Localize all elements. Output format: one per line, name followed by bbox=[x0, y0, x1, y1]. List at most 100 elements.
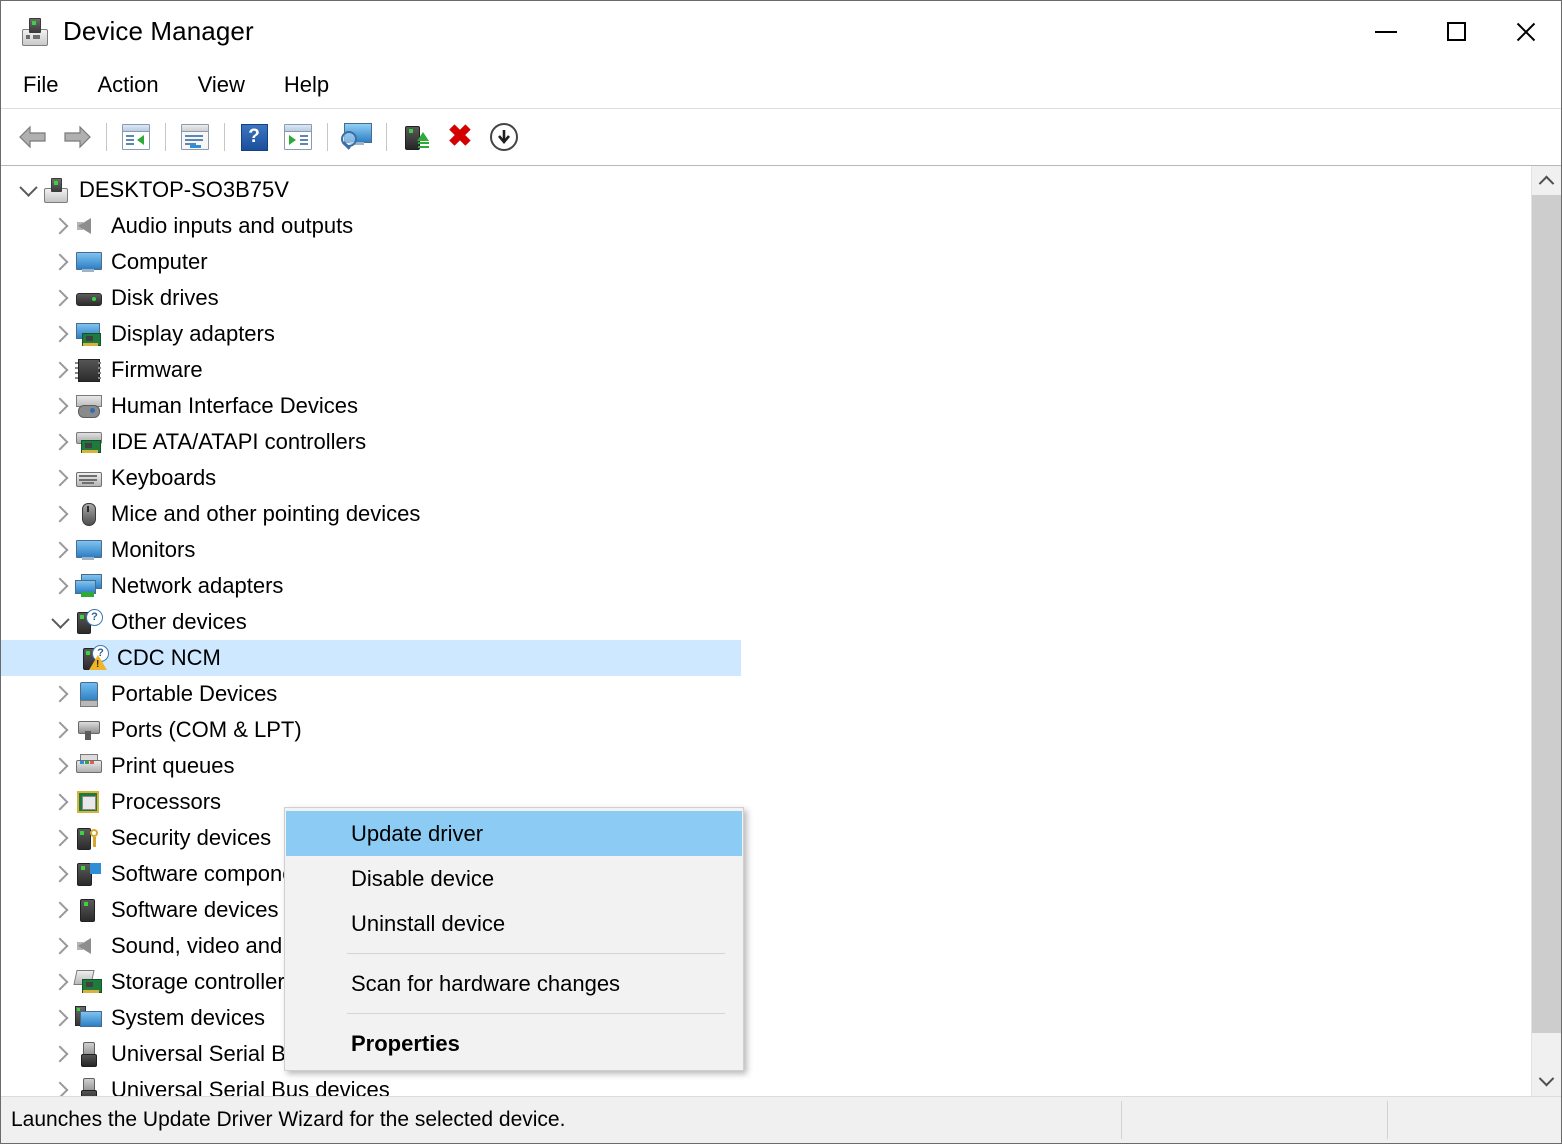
help-button[interactable]: ? bbox=[232, 115, 276, 159]
tree-item-label: IDE ATA/ATAPI controllers bbox=[111, 429, 367, 454]
tree-item-processors[interactable]: Processors bbox=[1, 784, 1531, 820]
tree-item-universal-serial-bus-controllers[interactable]: Universal Serial Bus controllers bbox=[1, 1036, 1531, 1072]
tree-item-monitors[interactable]: Monitors bbox=[1, 532, 1531, 568]
scrollbar-track[interactable] bbox=[1532, 195, 1561, 1067]
context-menu-item-update-driver[interactable]: Update driver bbox=[286, 811, 742, 856]
chevron-right-icon[interactable] bbox=[47, 760, 73, 772]
chevron-right-icon[interactable] bbox=[47, 436, 73, 448]
context-menu-item-properties[interactable]: Properties bbox=[286, 1021, 742, 1066]
context-menu-item-disable-device[interactable]: Disable device bbox=[286, 856, 742, 901]
tree-item-root[interactable]: DESKTOP-SO3B75V bbox=[1, 172, 1531, 208]
scroll-down-button[interactable] bbox=[1532, 1067, 1561, 1096]
tree-item-display-adapters[interactable]: Display adapters bbox=[1, 316, 1531, 352]
tree-item-security-devices[interactable]: Security devices bbox=[1, 820, 1531, 856]
tree-item-audio-inputs-and-outputs[interactable]: Audio inputs and outputs bbox=[1, 208, 1531, 244]
context-menu: Update driver Disable device Uninstall d… bbox=[284, 807, 744, 1071]
tree-item-other-devices[interactable]: ? Other devices bbox=[1, 604, 1531, 640]
tree-item-sound-video-and-game-controllers[interactable]: Sound, video and game controllers bbox=[1, 928, 1531, 964]
device-tree-pane[interactable]: DESKTOP-SO3B75V Audio inputs and outputs bbox=[1, 166, 1531, 1096]
tree-item-disk-drives[interactable]: Disk drives bbox=[1, 280, 1531, 316]
tree-item-software-devices[interactable]: Software devices bbox=[1, 892, 1531, 928]
help-icon: ? bbox=[240, 123, 268, 151]
update-driver-button[interactable] bbox=[335, 115, 379, 159]
forward-button[interactable] bbox=[55, 115, 99, 159]
processor-icon bbox=[73, 789, 103, 815]
scrollbar-thumb[interactable] bbox=[1532, 195, 1561, 1033]
mouse-icon bbox=[73, 501, 103, 527]
tree-item-cdc-ncm[interactable]: ? CDC NCM bbox=[1, 640, 1531, 676]
chevron-right-icon[interactable] bbox=[47, 472, 73, 484]
chevron-right-icon[interactable] bbox=[47, 940, 73, 952]
tree-item-universal-serial-bus-devices[interactable]: Universal Serial Bus devices bbox=[1, 1072, 1531, 1096]
chevron-right-icon[interactable] bbox=[47, 256, 73, 268]
tree-item-computer[interactable]: Computer bbox=[1, 244, 1531, 280]
scan-for-hardware-changes-icon bbox=[284, 124, 312, 150]
tree-item-network-adapters[interactable]: Network adapters bbox=[1, 568, 1531, 604]
unknown-device-warning-icon: ? bbox=[79, 645, 109, 671]
menu-file[interactable]: File bbox=[6, 68, 75, 102]
chevron-right-icon[interactable] bbox=[47, 832, 73, 844]
chevron-right-icon[interactable] bbox=[47, 904, 73, 916]
chevron-right-icon[interactable] bbox=[47, 1084, 73, 1096]
tree-item-print-queues[interactable]: Print queues bbox=[1, 748, 1531, 784]
tree-item-label: Human Interface Devices bbox=[111, 393, 358, 418]
chevron-down-icon[interactable] bbox=[15, 184, 41, 197]
tree-item-firmware[interactable]: Firmware bbox=[1, 352, 1531, 388]
tree-item-portable-devices[interactable]: Portable Devices bbox=[1, 676, 1531, 712]
tree-item-label: Firmware bbox=[111, 357, 203, 382]
menu-action[interactable]: Action bbox=[80, 68, 175, 102]
show-hide-console-tree-button[interactable] bbox=[114, 115, 158, 159]
update-driver-icon bbox=[341, 123, 373, 151]
enable-device-button[interactable] bbox=[394, 115, 438, 159]
chevron-down-icon[interactable] bbox=[47, 616, 73, 629]
context-menu-item-uninstall-device[interactable]: Uninstall device bbox=[286, 901, 742, 946]
chevron-right-icon[interactable] bbox=[47, 796, 73, 808]
chevron-right-icon[interactable] bbox=[47, 976, 73, 988]
chevron-right-icon[interactable] bbox=[47, 400, 73, 412]
monitor-icon bbox=[73, 249, 103, 275]
tree-item-ports[interactable]: Ports (COM & LPT) bbox=[1, 712, 1531, 748]
chevron-right-icon[interactable] bbox=[47, 328, 73, 340]
tree-item-label: Other devices bbox=[111, 609, 247, 634]
gamepad-keyboard-icon bbox=[73, 393, 103, 419]
tree-item-mice-and-other-pointing-devices[interactable]: Mice and other pointing devices bbox=[1, 496, 1531, 532]
maximize-button[interactable] bbox=[1421, 1, 1491, 62]
uninstall-device-button[interactable]: ✖ bbox=[438, 115, 482, 159]
chevron-right-icon[interactable] bbox=[47, 1012, 73, 1024]
properties-button[interactable] bbox=[173, 115, 217, 159]
chevron-right-icon[interactable] bbox=[47, 868, 73, 880]
status-panel-2 bbox=[1121, 1097, 1387, 1143]
chevron-right-icon[interactable] bbox=[47, 688, 73, 700]
tree-item-human-interface-devices[interactable]: Human Interface Devices bbox=[1, 388, 1531, 424]
speaker-icon bbox=[73, 933, 103, 959]
chevron-right-icon[interactable] bbox=[47, 580, 73, 592]
tree-item-label: Software devices bbox=[111, 897, 279, 922]
menu-help[interactable]: Help bbox=[267, 68, 346, 102]
content-area: DESKTOP-SO3B75V Audio inputs and outputs bbox=[1, 166, 1561, 1096]
tree-item-keyboards[interactable]: Keyboards bbox=[1, 460, 1531, 496]
tree-item-ide-ata-atapi-controllers[interactable]: IDE ATA/ATAPI controllers bbox=[1, 424, 1531, 460]
menu-bar: File Action View Help bbox=[1, 62, 1561, 109]
chevron-right-icon[interactable] bbox=[47, 220, 73, 232]
chevron-right-icon[interactable] bbox=[47, 544, 73, 556]
minimize-button[interactable] bbox=[1351, 1, 1421, 62]
scroll-up-button[interactable] bbox=[1532, 166, 1561, 195]
back-button[interactable] bbox=[11, 115, 55, 159]
disable-device-button[interactable] bbox=[482, 115, 526, 159]
tree-item-system-devices[interactable]: System devices bbox=[1, 1000, 1531, 1036]
ide-controller-icon bbox=[73, 429, 103, 455]
vertical-scrollbar[interactable] bbox=[1531, 166, 1561, 1096]
portable-device-icon bbox=[73, 681, 103, 707]
tree-item-storage-controllers[interactable]: Storage controllers bbox=[1, 964, 1531, 1000]
menu-view[interactable]: View bbox=[181, 68, 262, 102]
chevron-right-icon[interactable] bbox=[47, 508, 73, 520]
tree-item-software-components[interactable]: Software components bbox=[1, 856, 1531, 892]
warning-triangle-icon bbox=[89, 655, 107, 670]
scan-for-hardware-changes-button[interactable] bbox=[276, 115, 320, 159]
chevron-right-icon[interactable] bbox=[47, 724, 73, 736]
chevron-right-icon[interactable] bbox=[47, 292, 73, 304]
close-button[interactable] bbox=[1491, 1, 1561, 62]
context-menu-item-scan-for-hardware-changes[interactable]: Scan for hardware changes bbox=[286, 961, 742, 1006]
chevron-right-icon[interactable] bbox=[47, 1048, 73, 1060]
chevron-right-icon[interactable] bbox=[47, 364, 73, 376]
